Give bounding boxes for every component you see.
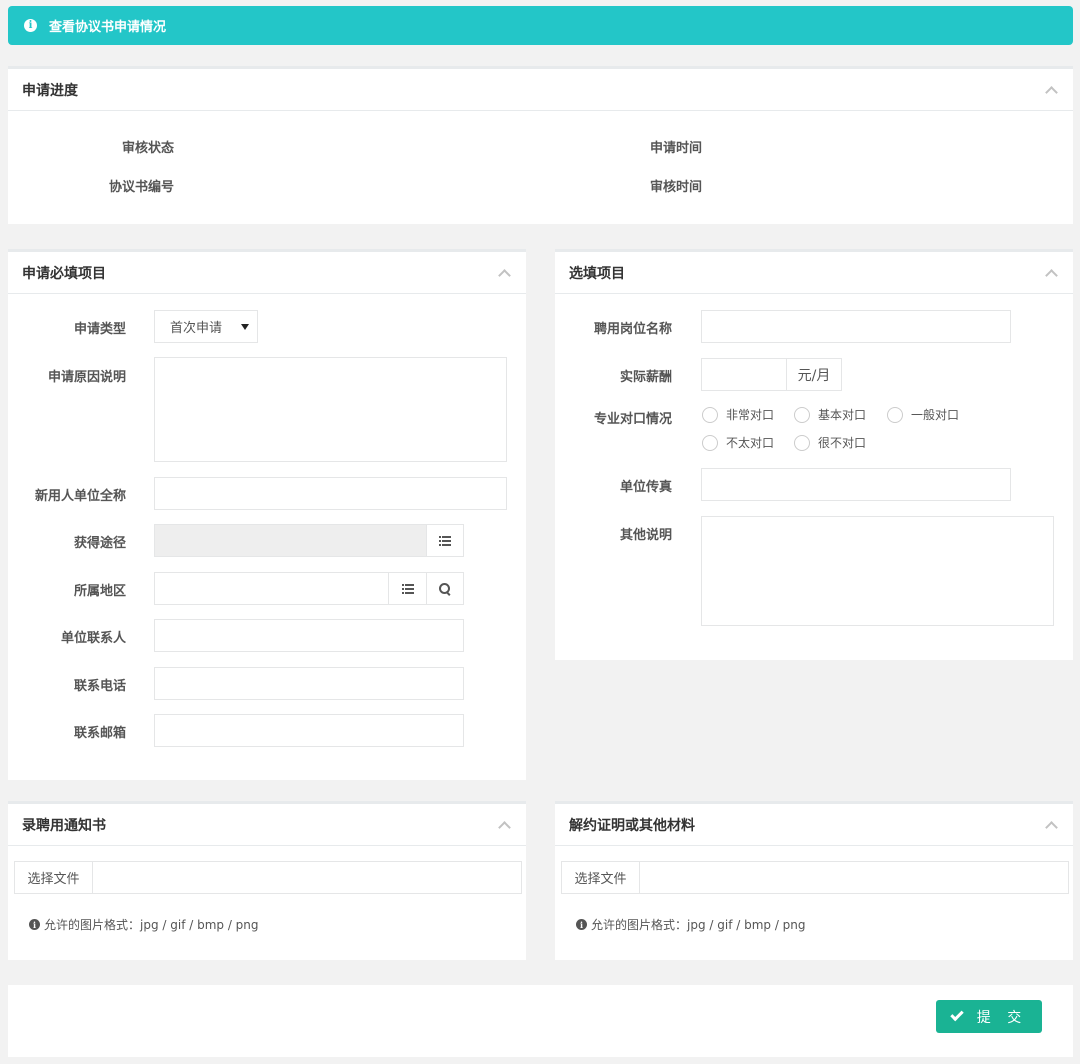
reason-textarea[interactable] bbox=[154, 357, 507, 462]
apply-type-value: 首次申请 bbox=[170, 321, 223, 336]
info-icon: i bbox=[29, 919, 40, 930]
contact-phone-label: 联系电话 bbox=[73, 679, 126, 694]
offer-letter-panel-header: 录聘用通知书 bbox=[8, 804, 526, 846]
offer-letter-format-hint: i 允许的图片格式：jpg / gif / bmp / png bbox=[29, 916, 259, 933]
other-label: 其他说明 bbox=[619, 528, 672, 543]
match-option-label: 很不对口 bbox=[818, 436, 867, 450]
match-label: 专业对口情况 bbox=[593, 412, 672, 427]
page-banner: i 查看协议书申请情况 bbox=[8, 6, 1073, 45]
format-hint-text: 允许的图片格式：jpg / gif / bmp / png bbox=[591, 918, 806, 932]
list-icon bbox=[401, 583, 414, 594]
position-label: 聘用岗位名称 bbox=[593, 322, 672, 337]
progress-panel: 申请进度 审核状态 申请时间 协议书编号 审核时间 bbox=[8, 66, 1073, 224]
salary-input[interactable] bbox=[701, 358, 787, 391]
termination-format-hint: i 允许的图片格式：jpg / gif / bmp / png bbox=[576, 916, 806, 933]
info-icon: i bbox=[24, 19, 37, 32]
dropdown-caret-icon bbox=[241, 324, 249, 330]
employer-name-label: 新用人单位全称 bbox=[34, 489, 126, 504]
source-label: 获得途径 bbox=[73, 536, 126, 551]
termination-file-input[interactable] bbox=[639, 861, 1069, 894]
match-option-very[interactable]: 非常对口 bbox=[702, 406, 774, 423]
choose-file-label: 选择文件 bbox=[574, 872, 627, 887]
other-textarea[interactable] bbox=[701, 516, 1054, 626]
match-option-not-quite[interactable]: 不太对口 bbox=[702, 434, 774, 451]
info-icon: i bbox=[576, 919, 587, 930]
salary-label: 实际薪酬 bbox=[619, 370, 672, 385]
optional-panel-title: 选填项目 bbox=[569, 265, 625, 282]
match-option-general[interactable]: 一般对口 bbox=[887, 406, 959, 423]
radio-circle[interactable] bbox=[794, 434, 810, 451]
contact-email-input[interactable] bbox=[154, 714, 464, 747]
list-icon bbox=[439, 535, 451, 546]
submit-label: 提 交 bbox=[976, 1009, 1028, 1026]
search-icon bbox=[439, 582, 451, 595]
apply-type-select[interactable]: 首次申请 bbox=[154, 310, 258, 343]
match-option-label: 基本对口 bbox=[818, 408, 867, 422]
contact-person-input[interactable] bbox=[154, 619, 464, 652]
progress-panel-header: 申请进度 bbox=[8, 69, 1073, 111]
fax-label: 单位传真 bbox=[619, 480, 672, 495]
match-option-label: 不太对口 bbox=[726, 436, 775, 450]
salary-unit: 元/月 bbox=[797, 367, 831, 384]
match-option-not-at-all[interactable]: 很不对口 bbox=[794, 434, 866, 451]
region-list-button[interactable] bbox=[388, 572, 427, 605]
radio-circle[interactable] bbox=[794, 406, 810, 423]
salary-unit-addon: 元/月 bbox=[786, 358, 842, 391]
termination-choose-file-button[interactable]: 选择文件 bbox=[561, 861, 640, 894]
submit-bar bbox=[8, 985, 1073, 1057]
reason-label: 申请原因说明 bbox=[47, 370, 126, 385]
progress-panel-title: 申请进度 bbox=[22, 82, 78, 99]
choose-file-label: 选择文件 bbox=[27, 872, 80, 887]
submit-button[interactable]: 提 交 bbox=[936, 1000, 1042, 1033]
check-icon bbox=[950, 1007, 964, 1022]
collapse-chevron-up-icon[interactable] bbox=[1045, 85, 1058, 99]
region-input[interactable] bbox=[154, 572, 389, 605]
apply-type-label: 申请类型 bbox=[73, 322, 126, 337]
offer-letter-file-input[interactable] bbox=[92, 861, 522, 894]
termination-panel-header: 解约证明或其他材料 bbox=[555, 804, 1073, 846]
employer-name-input[interactable] bbox=[154, 477, 507, 510]
match-option-label: 一般对口 bbox=[911, 408, 960, 422]
collapse-chevron-up-icon[interactable] bbox=[1045, 268, 1058, 282]
radio-circle[interactable] bbox=[702, 406, 718, 423]
review-time-label: 审核时间 bbox=[649, 180, 702, 195]
collapse-chevron-up-icon[interactable] bbox=[498, 268, 511, 282]
offer-letter-choose-file-button[interactable]: 选择文件 bbox=[14, 861, 93, 894]
radio-circle[interactable] bbox=[887, 406, 903, 423]
optional-panel-header: 选填项目 bbox=[555, 252, 1073, 294]
format-hint-text: 允许的图片格式：jpg / gif / bmp / png bbox=[44, 918, 259, 932]
review-status-label: 审核状态 bbox=[121, 141, 174, 156]
required-panel-title: 申请必填项目 bbox=[22, 265, 106, 282]
contact-person-label: 单位联系人 bbox=[60, 631, 126, 646]
match-option-basic[interactable]: 基本对口 bbox=[794, 406, 866, 423]
source-input bbox=[154, 524, 427, 557]
required-panel-header: 申请必填项目 bbox=[8, 252, 526, 294]
banner-title: 查看协议书申请情况 bbox=[49, 20, 167, 35]
apply-time-label: 申请时间 bbox=[649, 141, 702, 156]
match-option-label: 非常对口 bbox=[726, 408, 775, 422]
contact-email-label: 联系邮箱 bbox=[73, 726, 126, 741]
position-input[interactable] bbox=[701, 310, 1011, 343]
region-label: 所属地区 bbox=[73, 584, 126, 599]
collapse-chevron-up-icon[interactable] bbox=[498, 820, 511, 834]
source-list-button[interactable] bbox=[426, 524, 464, 557]
termination-panel-title: 解约证明或其他材料 bbox=[569, 817, 695, 834]
region-search-button[interactable] bbox=[426, 572, 464, 605]
agreement-no-label: 协议书编号 bbox=[108, 180, 174, 195]
contact-phone-input[interactable] bbox=[154, 667, 464, 700]
offer-letter-panel-title: 录聘用通知书 bbox=[22, 817, 106, 834]
fax-input[interactable] bbox=[701, 468, 1011, 501]
collapse-chevron-up-icon[interactable] bbox=[1045, 820, 1058, 834]
radio-circle[interactable] bbox=[702, 434, 718, 451]
